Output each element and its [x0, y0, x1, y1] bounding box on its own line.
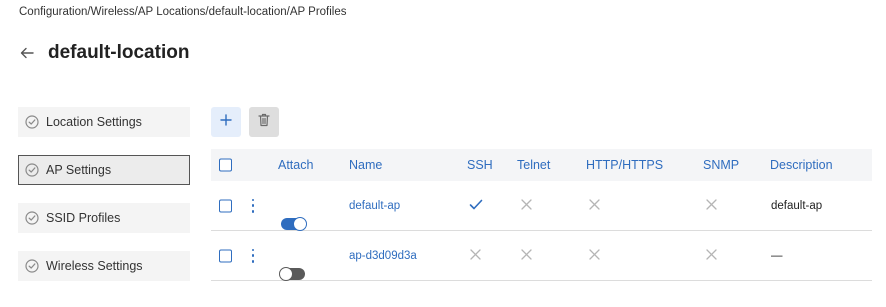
profile-name-link[interactable]: default-ap	[349, 200, 400, 212]
check-circle-icon	[25, 211, 39, 225]
header-attach[interactable]: Attach	[278, 158, 313, 172]
page-title: default-location	[48, 42, 190, 63]
add-button[interactable]	[211, 107, 241, 137]
check-circle-icon	[25, 115, 39, 129]
sidebar-item-ssid-profiles[interactable]: SSID Profiles	[18, 203, 190, 233]
row-checkbox[interactable]	[219, 199, 232, 212]
check-circle-icon	[25, 163, 39, 177]
sidebar-item-location-settings[interactable]: Location Settings	[18, 107, 190, 137]
row-checkbox[interactable]	[219, 249, 232, 262]
header-name[interactable]: Name	[349, 158, 382, 172]
check-icon	[469, 198, 483, 213]
description-cell: default-ap	[771, 199, 823, 212]
table-row: ap-d3d09d3a —	[211, 231, 872, 281]
kebab-menu-icon[interactable]	[250, 248, 256, 263]
sidebar-item-wireless-settings[interactable]: Wireless Settings	[18, 251, 190, 281]
x-icon	[706, 198, 717, 213]
x-icon	[521, 198, 532, 213]
sidebar-item-label: Location Settings	[46, 115, 142, 129]
header-ssh[interactable]: SSH	[467, 158, 493, 172]
header-https[interactable]: HTTP/HTTPS	[586, 158, 663, 172]
sidebar-item-label: AP Settings	[46, 163, 112, 177]
header-description[interactable]: Description	[770, 158, 833, 172]
plus-icon	[220, 113, 232, 131]
header-snmp[interactable]: SNMP	[703, 158, 739, 172]
attach-toggle[interactable]	[279, 267, 305, 281]
header-telnet[interactable]: Telnet	[517, 158, 550, 172]
x-icon	[589, 248, 600, 263]
check-circle-icon	[25, 259, 39, 273]
ap-profiles-table: Attach Name SSH Telnet HTTP/HTTPS SNMP D…	[211, 149, 872, 281]
description-cell: —	[771, 249, 783, 262]
x-icon	[706, 248, 717, 263]
sidebar-item-ap-settings[interactable]: AP Settings	[18, 155, 190, 185]
x-icon	[521, 248, 532, 263]
kebab-menu-icon[interactable]	[250, 198, 256, 213]
sidebar-item-label: Wireless Settings	[46, 259, 143, 273]
trash-icon	[258, 113, 270, 132]
sidebar-item-label: SSID Profiles	[46, 211, 121, 225]
select-all-checkbox[interactable]	[219, 158, 232, 172]
title-row: default-location	[18, 42, 189, 64]
attach-toggle[interactable]	[281, 217, 307, 231]
sidebar: Location Settings AP Settings SSID Profi…	[18, 107, 190, 299]
x-icon	[470, 248, 481, 263]
table-header: Attach Name SSH Telnet HTTP/HTTPS SNMP D…	[211, 149, 872, 181]
table-row: default-ap default-ap	[211, 181, 872, 231]
toolbar	[211, 107, 287, 137]
x-icon	[589, 198, 600, 213]
breadcrumb[interactable]: Configuration/Wireless/AP Locations/defa…	[19, 6, 347, 18]
profile-name-link[interactable]: ap-d3d09d3a	[349, 250, 417, 262]
back-arrow-icon[interactable]	[18, 44, 36, 62]
delete-button[interactable]	[249, 107, 279, 137]
